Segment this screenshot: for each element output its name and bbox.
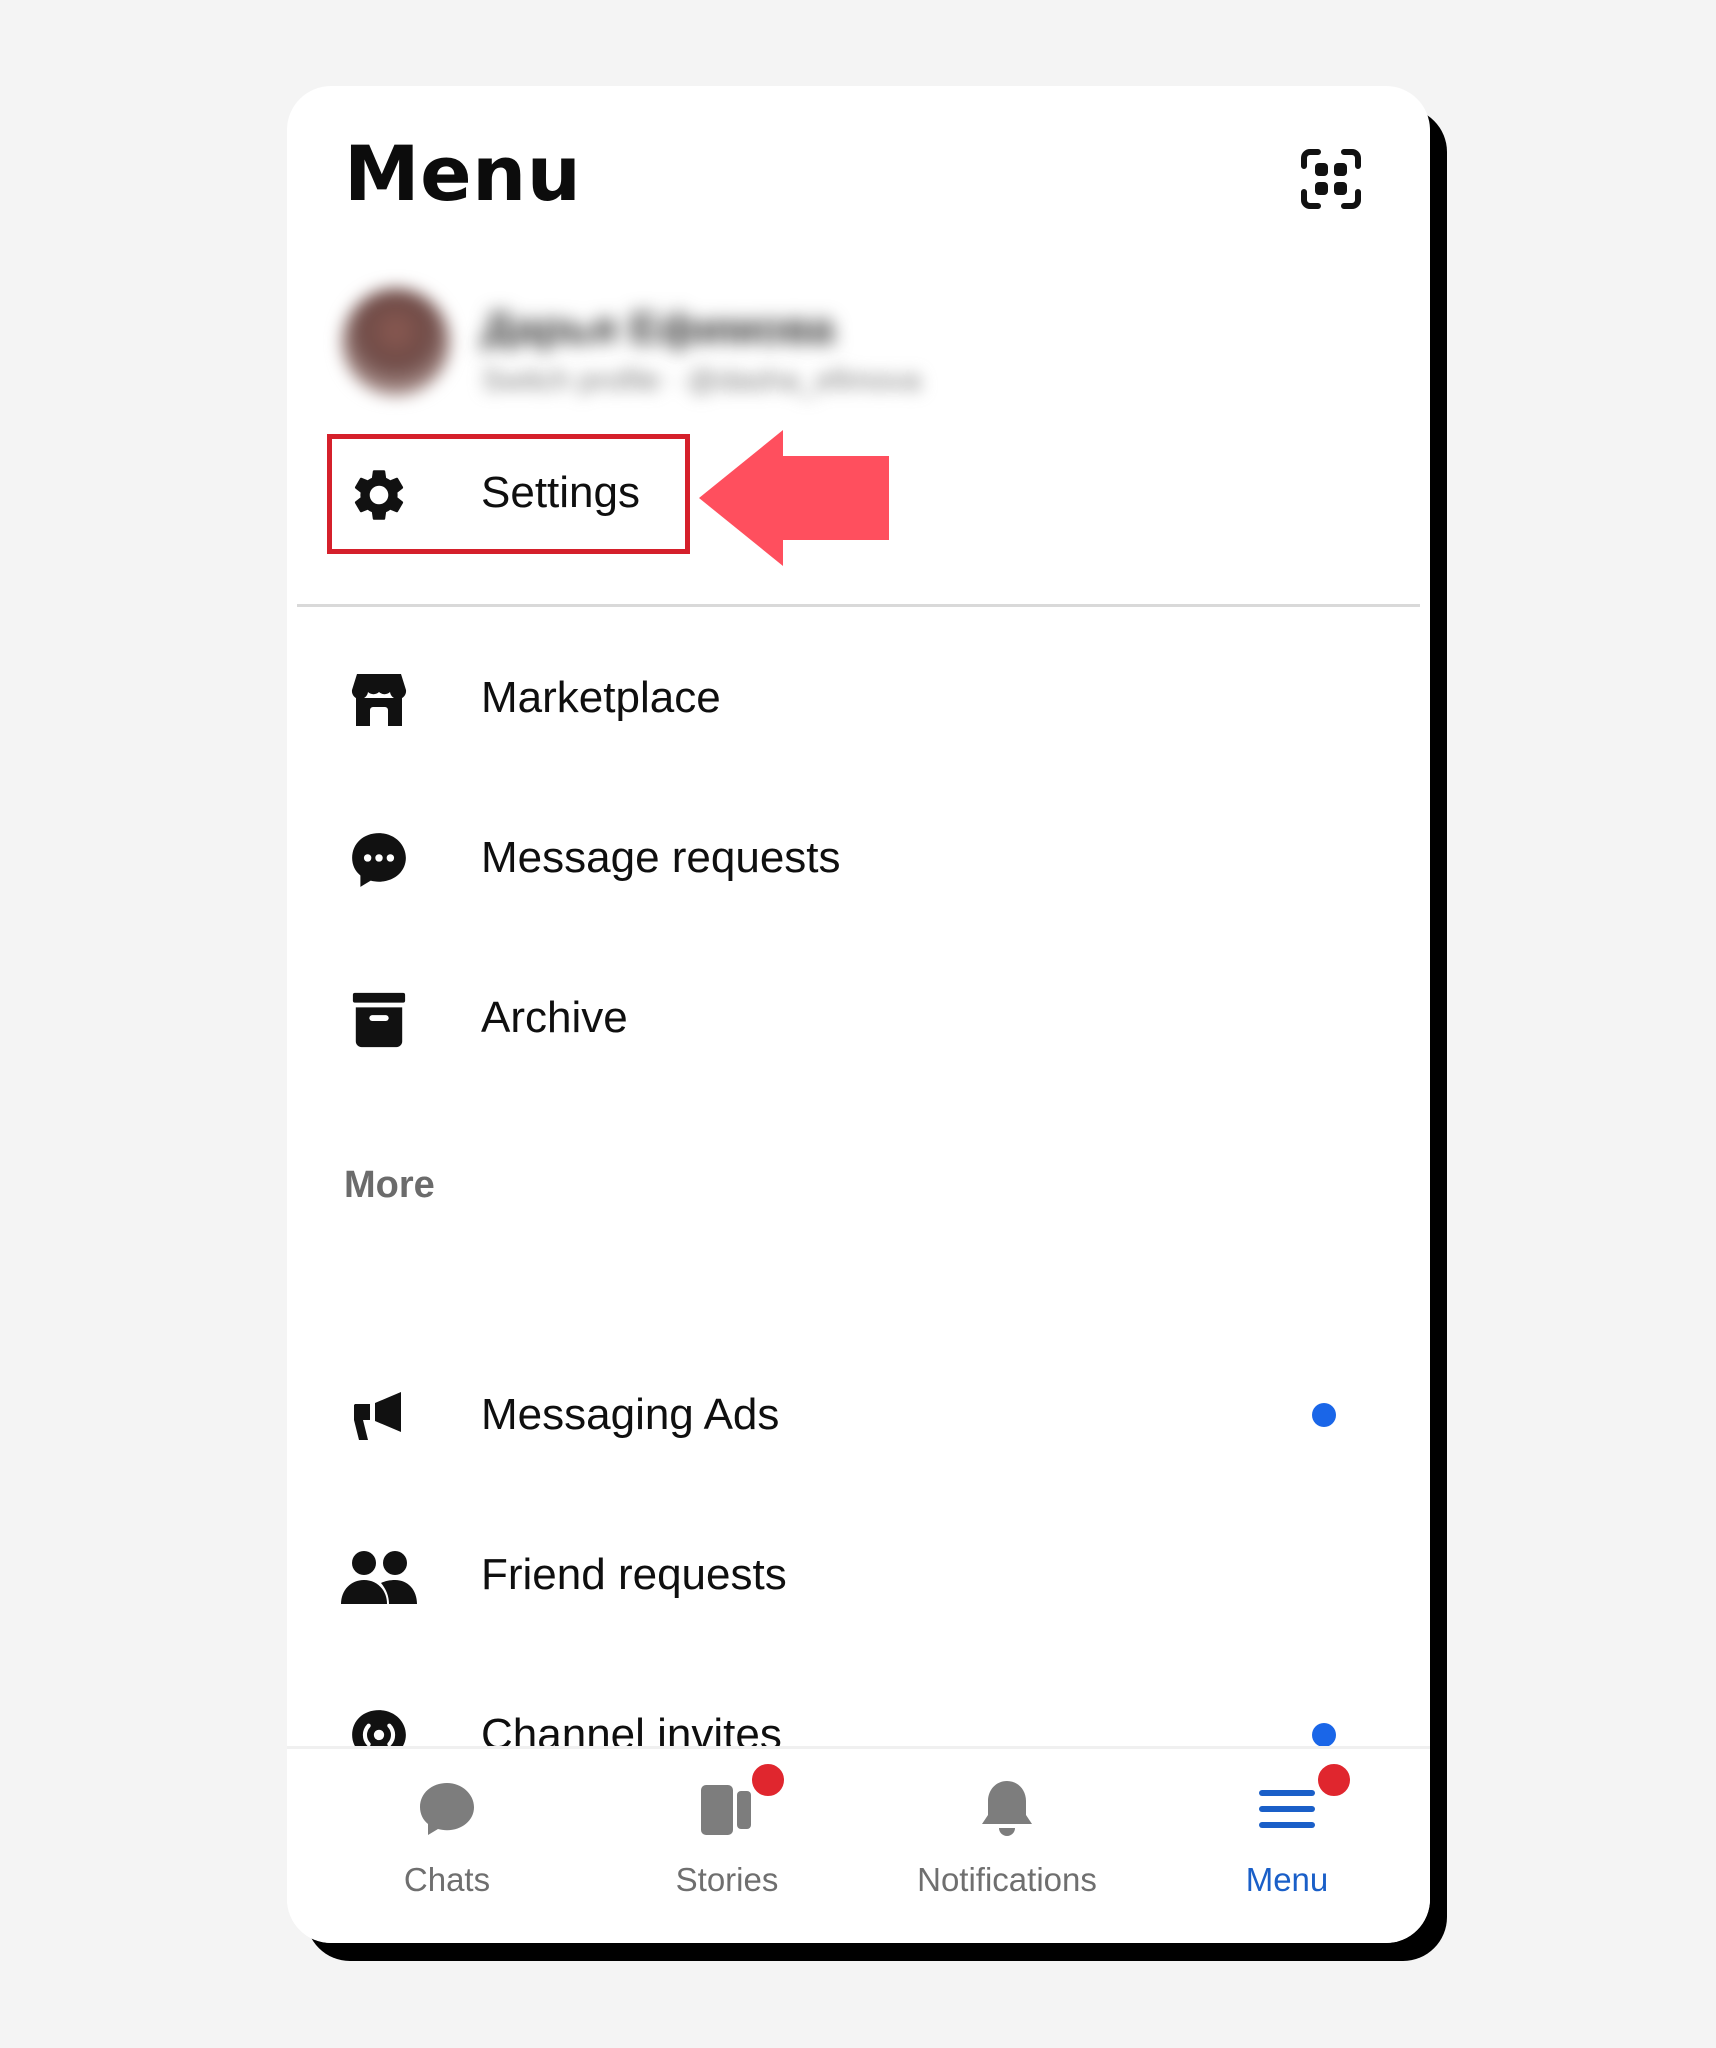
menu-item-marketplace[interactable]: Marketplace (287, 643, 1430, 753)
archive-box-icon (347, 988, 411, 1052)
unread-dot (1312, 1403, 1336, 1427)
menu-item-label: Marketplace (481, 673, 721, 722)
bottom-tab-bar: Chats Stories Notifications Menu (287, 1746, 1430, 1943)
profile-subtitle: Switch profile · @dasha_efimova (482, 364, 921, 397)
stories-icon (697, 1779, 757, 1839)
bell-icon (977, 1779, 1037, 1839)
menu-item-messaging-ads[interactable]: Messaging Ads (287, 1360, 1430, 1470)
tab-badge (749, 1761, 787, 1799)
profile-name: Дарья Ефимова (482, 304, 835, 353)
menu-item-friend-requests[interactable]: Friend requests (287, 1520, 1430, 1630)
chat-bubble-icon (417, 1779, 477, 1839)
qr-code-button[interactable] (1294, 142, 1368, 216)
menu-item-label: Archive (481, 993, 628, 1042)
tab-menu[interactable]: Menu (1147, 1749, 1427, 1943)
gear-icon (347, 463, 411, 527)
tab-stories[interactable]: Stories (587, 1749, 867, 1943)
profile-row[interactable]: Дарья Ефимова Switch profile · @dasha_ef… (332, 276, 1032, 406)
divider (297, 604, 1420, 607)
menu-item-archive[interactable]: Archive (287, 963, 1430, 1073)
settings-item[interactable]: Settings (287, 438, 1430, 548)
unread-dot (1312, 1723, 1336, 1747)
page-title: Menu (344, 129, 582, 218)
qr-code-icon (1301, 149, 1361, 209)
tab-notifications[interactable]: Notifications (867, 1749, 1147, 1943)
tab-badge (1315, 1761, 1353, 1799)
chat-bubble-dots-icon (347, 828, 411, 892)
tab-label: Menu (1245, 1861, 1329, 1898)
tab-chats[interactable]: Chats (307, 1749, 587, 1943)
people-icon (337, 1545, 421, 1609)
section-header-more: More (344, 1164, 435, 1206)
tab-label: Notifications (917, 1861, 1097, 1898)
avatar (342, 288, 450, 396)
tab-label: Chats (403, 1861, 491, 1898)
phone-screen: Menu Дарья Ефимова Switch profile · @das… (287, 86, 1430, 1943)
megaphone-icon (347, 1385, 411, 1449)
menu-item-label: Message requests (481, 833, 841, 882)
storefront-icon (347, 668, 411, 732)
settings-label: Settings (481, 468, 640, 517)
menu-item-label: Friend requests (481, 1550, 787, 1599)
hamburger-menu-icon (1257, 1779, 1317, 1839)
menu-item-message-requests[interactable]: Message requests (287, 803, 1430, 913)
menu-item-label: Messaging Ads (481, 1390, 780, 1439)
tab-label: Stories (675, 1861, 779, 1898)
